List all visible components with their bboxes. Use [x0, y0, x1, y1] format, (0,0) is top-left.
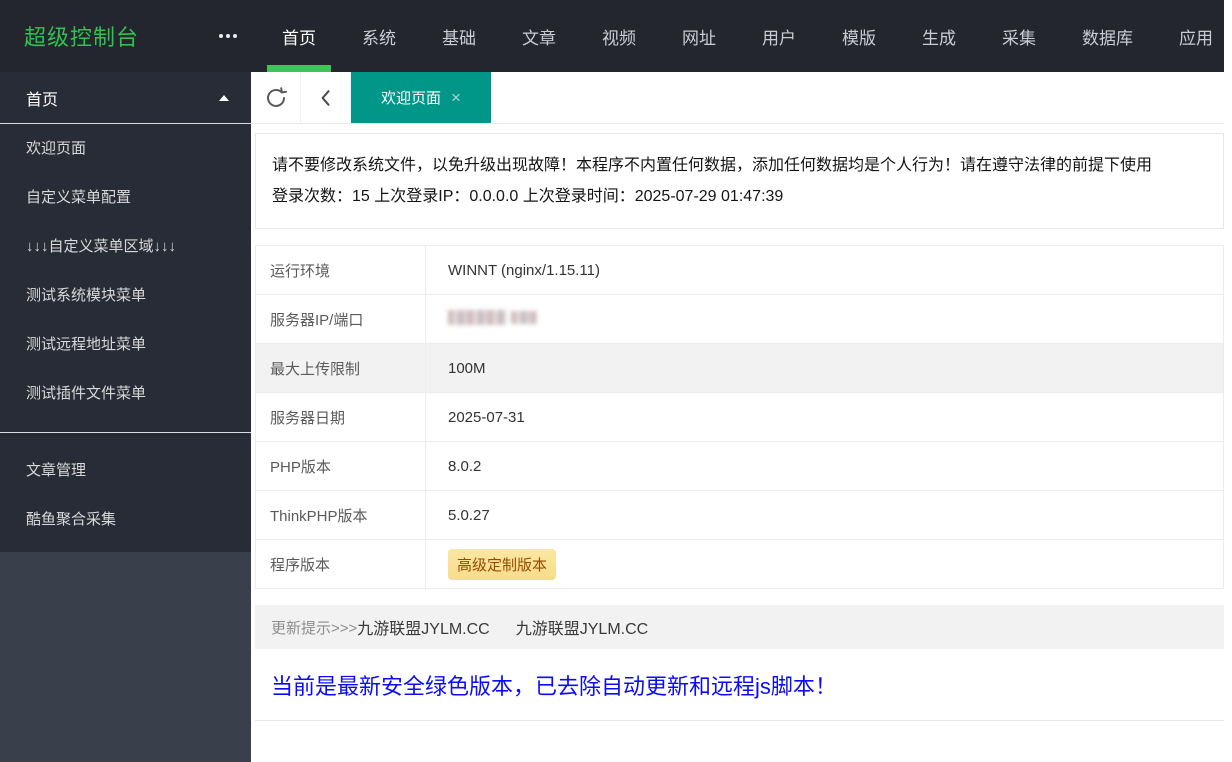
sidebar-item-custom-menu-area[interactable]: ↓↓↓自定义菜单区域↓↓↓ [0, 222, 251, 271]
nav-item-database[interactable]: 数据库 [1067, 0, 1148, 72]
sidebar-group-label: 首页 [26, 91, 59, 109]
tab-close-icon[interactable]: × [451, 89, 461, 106]
sidebar-item-article-manage[interactable]: 文章管理 [0, 446, 251, 495]
row-label: 运行环境 [255, 245, 426, 295]
row-value: 5.0.27 [425, 490, 1224, 540]
refresh-icon [266, 86, 287, 107]
nav-item-url[interactable]: 网址 [667, 0, 731, 72]
row-value: 100M [425, 343, 1224, 393]
collapse-arrow-icon [219, 94, 229, 101]
row-value: WINNT (nginx/1.15.11) [425, 245, 1224, 295]
version-badge: 高级定制版本 [448, 548, 557, 580]
table-row: 服务器IP/端口 [255, 294, 1224, 344]
row-label: 最大上传限制 [255, 343, 426, 393]
sidebar-item-test-plugin-file[interactable]: 测试插件文件菜单 [0, 369, 251, 418]
nav-item-generate[interactable]: 生成 [907, 0, 971, 72]
refresh-button[interactable] [251, 72, 301, 123]
nav-item-video[interactable]: 视频 [587, 0, 651, 72]
row-value: 8.0.2 [425, 441, 1224, 491]
admin-console: 超级控制台 首页 系统 基础 文章 视频 网址 用户 模版 生成 采集 数据库 … [0, 0, 1232, 762]
viewport-edge [1224, 0, 1232, 762]
top-bar: 超级控制台 首页 系统 基础 文章 视频 网址 用户 模版 生成 采集 数据库 … [0, 0, 1224, 72]
redacted-ip-blur [448, 309, 537, 325]
row-label: 程序版本 [255, 539, 426, 589]
tab-welcome-page[interactable]: 欢迎页面 × [351, 72, 491, 123]
nav-item-template[interactable]: 模版 [827, 0, 891, 72]
chevron-left-icon [321, 89, 330, 106]
app-title: 超级控制台 [24, 25, 140, 50]
status-message: 当前是最新安全绿色版本，已去除自动更新和远程js脚本！ [271, 674, 837, 699]
update-prefix: 更新提示>>> [271, 619, 358, 637]
nav-item-home[interactable]: 首页 [267, 0, 331, 72]
table-row: 运行环境 WINNT (nginx/1.15.11) [255, 245, 1224, 295]
sidebar-group2: 文章管理 酷鱼聚合采集 [0, 433, 251, 552]
table-row: ThinkPHP版本 5.0.27 [255, 490, 1224, 540]
table-row: 程序版本 高级定制版本 [255, 539, 1224, 589]
more-icon[interactable] [215, 28, 241, 44]
table-row: PHP版本 8.0.2 [255, 441, 1224, 491]
nav-item-article[interactable]: 文章 [507, 0, 571, 72]
sidebar-item-test-system-module[interactable]: 测试系统模块菜单 [0, 271, 251, 320]
brand-area: 超级控制台 [0, 0, 251, 72]
row-label: 服务器日期 [255, 392, 426, 442]
update-notice-bar: 更新提示>>> 九游联盟JYLM.CC 九游联盟JYLM.CC [255, 605, 1224, 649]
system-info-table: 运行环境 WINNT (nginx/1.15.11) 服务器IP/端口 最大上传… [255, 245, 1224, 589]
notice-line-2: 登录次数：15 上次登录IP：0.0.0.0 上次登录时间：2025-07-29… [272, 188, 784, 205]
row-value-redacted [425, 294, 1224, 344]
sidebar-item-test-remote-url[interactable]: 测试远程地址菜单 [0, 320, 251, 369]
status-line-block: 当前是最新安全绿色版本，已去除自动更新和远程js脚本！ [255, 649, 1224, 721]
table-row: 服务器日期 2025-07-31 [255, 392, 1224, 442]
nav-item-basic[interactable]: 基础 [427, 0, 491, 72]
notice-line-1: 请不要修改系统文件，以免升级出现故障！本程序不内置任何数据，添加任何数据均是个人… [272, 157, 1153, 174]
sidebar: 首页 欢迎页面 自定义菜单配置 ↓↓↓自定义菜单区域↓↓↓ 测试系统模块菜单 测… [0, 72, 251, 762]
update-link-2[interactable]: 九游联盟JYLM.CC [516, 615, 648, 639]
content: 请不要修改系统文件，以免升级出现故障！本程序不内置任何数据，添加任何数据均是个人… [251, 124, 1224, 721]
notice-panel: 请不要修改系统文件，以免升级出现故障！本程序不内置任何数据，添加任何数据均是个人… [255, 133, 1224, 229]
row-label: 服务器IP/端口 [255, 294, 426, 344]
update-link-1[interactable]: 九游联盟JYLM.CC [357, 615, 489, 639]
tab-label: 欢迎页面 [381, 90, 442, 107]
tab-bar: 欢迎页面 × [251, 72, 1224, 124]
sidebar-item-custom-menu-config[interactable]: 自定义菜单配置 [0, 173, 251, 222]
nav-item-user[interactable]: 用户 [747, 0, 811, 72]
row-label: PHP版本 [255, 441, 426, 491]
nav-item-collect[interactable]: 采集 [987, 0, 1051, 72]
sidebar-item-kuyu-collect[interactable]: 酷鱼聚合采集 [0, 495, 251, 544]
tab-scroll-left-button[interactable] [301, 72, 351, 123]
nav-item-system[interactable]: 系统 [347, 0, 411, 72]
row-value: 2025-07-31 [425, 392, 1224, 442]
row-label: ThinkPHP版本 [255, 490, 426, 540]
nav-item-app[interactable]: 应用 [1164, 0, 1228, 72]
top-nav: 首页 系统 基础 文章 视频 网址 用户 模版 生成 采集 数据库 应用 [267, 0, 1228, 72]
table-row: 最大上传限制 100M [255, 343, 1224, 393]
row-value: 高级定制版本 [425, 539, 1224, 589]
sidebar-item-welcome[interactable]: 欢迎页面 [0, 124, 251, 173]
sidebar-group-home[interactable]: 首页 [0, 72, 251, 124]
main-area: 欢迎页面 × 请不要修改系统文件，以免升级出现故障！本程序不内置任何数据，添加任… [251, 72, 1224, 762]
sidebar-nav: 首页 欢迎页面 自定义菜单配置 ↓↓↓自定义菜单区域↓↓↓ 测试系统模块菜单 测… [0, 72, 251, 552]
